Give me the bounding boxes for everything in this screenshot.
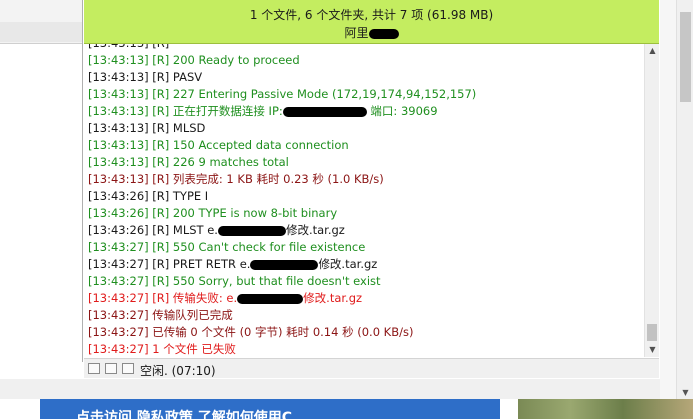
log-timestamp: [13:43:13] xyxy=(88,155,149,169)
log-message: [R] 传输失败: e. xyxy=(152,291,238,305)
image-icon xyxy=(105,363,117,374)
page-scroll-thumb[interactable] xyxy=(680,12,691,102)
log-row: [13:43:27] [R] 传输失败: e. 修改.tar.gz xyxy=(88,290,362,307)
log-timestamp: [13:43:27] xyxy=(88,240,149,254)
log-message: 1 个文件 已失败 xyxy=(152,342,236,356)
log-row: [13:43:27] [R] 550 Can't check for file … xyxy=(88,239,365,256)
log-message: [R] 226 9 matches total xyxy=(152,155,289,169)
lock-icon xyxy=(88,363,100,374)
log-timestamp: [13:43:13] xyxy=(88,53,149,67)
log-message: [R] 200 Ready to proceed xyxy=(152,53,300,67)
log-timestamp: [13:43:13] xyxy=(88,138,149,152)
log-timestamp: [13:43:27] xyxy=(88,308,149,322)
log-timestamp: [13:43:27] xyxy=(88,291,149,305)
log-row: [13:43:27] 1 个文件 已失败 xyxy=(88,341,236,357)
log-timestamp: [13:43:13] xyxy=(88,121,149,135)
log-timestamp: [13:43:13] xyxy=(88,70,149,84)
log-row: [13:43:27] [R] 550 Sorry, but that file … xyxy=(88,273,381,290)
log-timestamp: [13:43:26] xyxy=(88,206,149,220)
owner-line: 阿里 xyxy=(84,24,659,41)
owner-name: 阿里 xyxy=(344,26,369,40)
log-timestamp: [13:43:13] xyxy=(88,104,149,118)
log-timestamp: [13:43:27] xyxy=(88,274,149,288)
window-bottom-band xyxy=(0,379,693,399)
log-message-suffix: 修改.tar.gz xyxy=(318,257,378,271)
status-bar: 空闲. (07:10) xyxy=(84,358,659,378)
log-message-suffix: 修改.tar.gz xyxy=(285,223,345,237)
left-pane-header xyxy=(0,0,82,44)
scroll-thumb[interactable] xyxy=(647,324,657,341)
redacted-mark xyxy=(250,259,319,270)
redacted-mark xyxy=(237,293,304,304)
log-timestamp: [13:43:27] xyxy=(88,257,149,271)
log-message-suffix: 修改.tar.gz xyxy=(303,291,363,305)
transfer-log[interactable]: [13:43:13] [R] [13:43:13] [R] 200 Ready … xyxy=(84,44,644,357)
log-message: [R] PASV xyxy=(152,70,203,84)
log-row: [13:43:13] [R] 200 Ready to proceed xyxy=(88,52,300,69)
log-message: [R] TYPE I xyxy=(152,189,209,203)
page-scrollbar[interactable]: ▼ xyxy=(676,0,693,399)
log-message: 传输队列已完成 xyxy=(152,308,233,322)
banner-text[interactable]: 点击访问 隐私政策 了解如何使用C... xyxy=(76,407,308,419)
scroll-down-arrow-icon[interactable]: ▼ xyxy=(645,343,660,357)
banner-link-area[interactable]: 点击访问 隐私政策 了解如何使用C... xyxy=(40,399,500,419)
log-row-partial: [13:43:13] [R] xyxy=(88,44,169,52)
log-row: [13:43:26] [R] 200 TYPE is now 8-bit bin… xyxy=(88,205,337,222)
log-timestamp: [13:43:26] xyxy=(88,223,149,237)
log-row: [13:43:13] [R] MLSD xyxy=(88,120,205,137)
log-message: [R] 正在打开数据连接 IP: xyxy=(152,104,283,118)
log-message: [R] 200 TYPE is now 8-bit binary xyxy=(152,206,338,220)
log-message: [R] 150 Accepted data connection xyxy=(152,138,349,152)
log-message: [R] MLST e. xyxy=(152,223,218,237)
log-timestamp: [13:43:27] xyxy=(88,325,149,339)
scroll-up-arrow-icon[interactable]: ▲ xyxy=(645,44,660,58)
log-scrollbar[interactable]: ▲ ▼ xyxy=(644,44,659,357)
log-row: [13:43:27] 已传输 0 个文件 (0 字节) 耗时 0.14 秒 (0… xyxy=(88,324,413,341)
redacted-mark xyxy=(217,225,286,236)
left-pane-selection[interactable] xyxy=(0,22,82,42)
log-message-suffix: 端口: 39069 xyxy=(366,104,438,118)
log-row: [13:43:13] [R] 列表完成: 1 KB 耗时 0.23 秒 (1.0… xyxy=(88,171,384,188)
log-row: [13:43:27] [R] PRET RETR e. 修改.tar.gz xyxy=(88,256,377,273)
log-message: [R] 550 Can't check for file existence xyxy=(152,240,366,254)
status-text: 空闲. (07:10) xyxy=(140,364,216,378)
computer-icon xyxy=(122,363,134,374)
log-message: [R] 227 Entering Passive Mode (172,19,17… xyxy=(152,87,477,101)
log-row: [13:43:27] 传输队列已完成 xyxy=(88,307,233,324)
log-message: [R] 550 Sorry, but that file doesn't exi… xyxy=(152,274,381,288)
page-banner: 点击访问 隐私政策 了解如何使用C... xyxy=(0,399,693,419)
log-message: [R] PRET RETR e. xyxy=(152,257,251,271)
left-pane xyxy=(0,0,83,362)
log-row: [13:43:13] [R] 227 Entering Passive Mode… xyxy=(88,86,476,103)
folder-summary-header: 1 个文件, 6 个文件夹, 共计 7 项 (61.98 MB) 阿里 xyxy=(84,0,659,44)
log-message: 已传输 0 个文件 (0 字节) 耗时 0.14 秒 (0.0 KB/s) xyxy=(152,325,414,339)
banner-photo xyxy=(518,399,693,419)
page-scroll-down-icon[interactable]: ▼ xyxy=(677,388,693,397)
log-timestamp: [13:43:27] xyxy=(88,342,149,356)
redacted-mark xyxy=(282,106,367,117)
folder-summary: 1 个文件, 6 个文件夹, 共计 7 项 (61.98 MB) xyxy=(249,8,494,22)
redacted-mark xyxy=(368,28,399,39)
log-message: [R] 列表完成: 1 KB 耗时 0.23 秒 (1.0 KB/s) xyxy=(152,172,384,186)
log-row: [13:43:26] [R] MLST e. 修改.tar.gz xyxy=(88,222,345,239)
log-row: [13:43:26] [R] TYPE I xyxy=(88,188,208,205)
log-timestamp: [13:43:13] xyxy=(88,172,149,186)
log-timestamp: [13:43:13] xyxy=(88,87,149,101)
log-message: [R] MLSD xyxy=(152,121,206,135)
log-row: [13:43:13] [R] 226 9 matches total xyxy=(88,154,289,171)
log-timestamp: [13:43:26] xyxy=(88,189,149,203)
log-row: [13:43:13] [R] 150 Accepted data connect… xyxy=(88,137,349,154)
log-row: [13:43:13] [R] PASV xyxy=(88,69,202,86)
log-row: [13:43:13] [R] 正在打开数据连接 IP: 端口: 39069 xyxy=(88,103,438,120)
